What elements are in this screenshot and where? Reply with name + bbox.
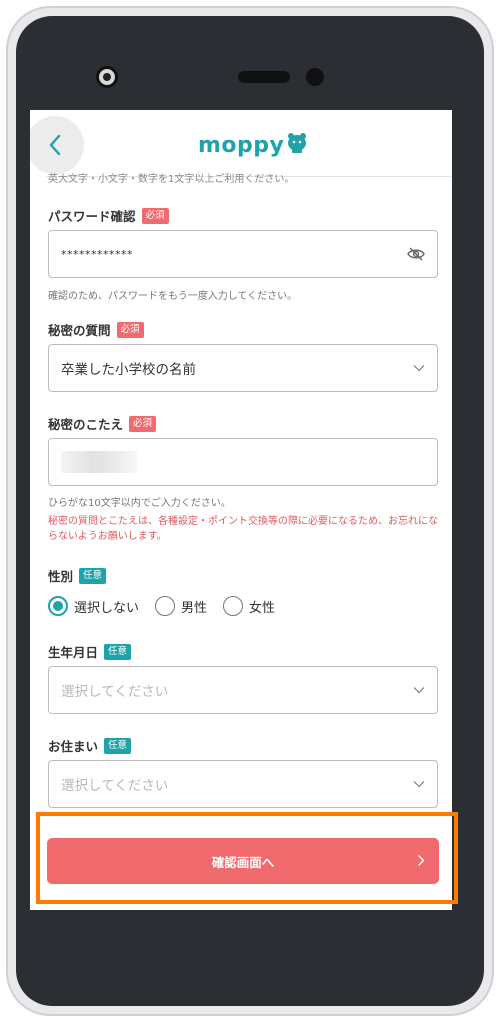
birthdate-placeholder: 選択してください bbox=[61, 684, 169, 700]
redacted-answer bbox=[61, 451, 137, 473]
chevron-down-icon bbox=[413, 364, 425, 372]
sensor-icon bbox=[306, 68, 324, 86]
required-badge: 必須 bbox=[116, 321, 144, 338]
eye-slash-icon[interactable] bbox=[407, 247, 425, 261]
gender-option-label: 男性 bbox=[181, 600, 208, 616]
optional-badge: 任意 bbox=[104, 643, 132, 660]
required-badge: 必須 bbox=[129, 415, 157, 432]
chevron-left-icon bbox=[49, 134, 61, 156]
password-rules-text: 英大文字・小文字・数字を1文字以上ご利用ください。 bbox=[48, 174, 295, 185]
secret-question-label-row: 秘密の質問 必須 bbox=[48, 320, 144, 339]
secret-question-label: 秘密の質問 bbox=[48, 323, 111, 338]
password-confirm-label-row: パスワード確認 必須 bbox=[48, 206, 169, 225]
birthdate-select[interactable]: 選択してください bbox=[48, 666, 438, 714]
confirm-screen-button-label: 確認画面へ bbox=[211, 854, 275, 870]
gender-label: 性別 bbox=[48, 569, 74, 584]
back-button[interactable] bbox=[30, 116, 84, 174]
mascot-icon bbox=[286, 132, 308, 158]
password-confirm-label: パスワード確認 bbox=[48, 209, 136, 224]
secret-answer-label-row: 秘密のこたえ 必須 bbox=[48, 414, 157, 433]
birthdate-label-row: 生年月日 任意 bbox=[48, 642, 132, 661]
residence-label-row: お住まい 任意 bbox=[48, 736, 132, 755]
birthdate-label: 生年月日 bbox=[48, 645, 99, 660]
confirm-screen-button[interactable]: 確認画面へ bbox=[47, 838, 439, 884]
logo-text: moppy bbox=[198, 132, 285, 158]
gender-option-male[interactable]: 男性 bbox=[155, 596, 207, 616]
password-confirm-value: ************ bbox=[61, 247, 133, 261]
optional-badge: 任意 bbox=[79, 567, 107, 584]
gender-option-female[interactable]: 女性 bbox=[223, 596, 275, 616]
gender-label-row: 性別 任意 bbox=[48, 566, 107, 585]
chevron-right-icon bbox=[417, 854, 425, 867]
residence-label: お住まい bbox=[48, 739, 99, 754]
speaker-icon bbox=[238, 71, 290, 83]
required-badge: 必須 bbox=[141, 207, 169, 224]
gender-option-none[interactable]: 選択しない bbox=[48, 596, 139, 616]
app-screen: moppy 英大文字・小文字・数字を1文字以上ご利用ください。 パスワード確認 … bbox=[30, 110, 452, 910]
secret-question-select[interactable]: 卒業した小学校の名前 bbox=[48, 344, 438, 392]
moppy-logo: moppy bbox=[198, 132, 308, 158]
radio-unchecked-icon[interactable] bbox=[155, 596, 176, 616]
password-confirm-helper: 確認のため、パスワードをもう一度入力してください。 bbox=[48, 291, 298, 302]
secret-answer-helper: ひらがな10文字以内でご入力ください。 bbox=[48, 498, 231, 509]
gender-radio-group: 選択しない 男性 女性 bbox=[48, 596, 291, 616]
residence-select[interactable]: 選択してください bbox=[48, 760, 438, 808]
optional-badge: 任意 bbox=[104, 737, 132, 754]
secret-answer-input[interactable] bbox=[48, 438, 438, 486]
password-confirm-input[interactable]: ************ bbox=[48, 230, 438, 278]
radio-unchecked-icon[interactable] bbox=[223, 596, 244, 616]
chevron-down-icon bbox=[413, 780, 425, 788]
gender-option-label: 選択しない bbox=[74, 600, 140, 616]
residence-placeholder: 選択してください bbox=[61, 778, 169, 794]
radio-checked-icon[interactable] bbox=[48, 596, 68, 616]
app-header: moppy bbox=[30, 110, 452, 176]
secret-answer-notice: 秘密の質問とこたえは、各種設定・ポイント交換等の際に必要になるため、お忘れになら… bbox=[48, 516, 438, 542]
secret-answer-label: 秘密のこたえ bbox=[48, 417, 124, 432]
chevron-down-icon bbox=[413, 686, 425, 694]
camera-icon bbox=[96, 66, 118, 88]
gender-option-label: 女性 bbox=[249, 600, 276, 616]
secret-question-value: 卒業した小学校の名前 bbox=[61, 362, 196, 378]
